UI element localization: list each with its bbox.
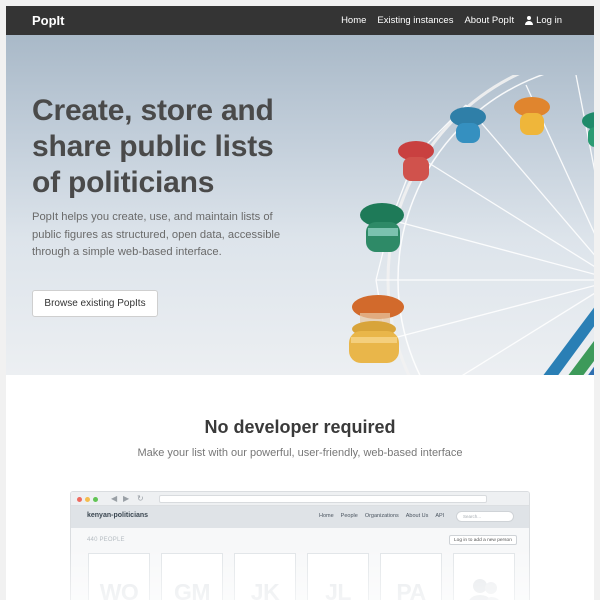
gondola-orange bbox=[352, 295, 404, 323]
browser-toolbar: ◀ ▶ ↻ bbox=[71, 492, 529, 506]
person-card: WO bbox=[88, 553, 150, 600]
mockup-people-count: 440 PEOPLE bbox=[87, 537, 125, 543]
gondola-yellow-top bbox=[514, 97, 550, 135]
user-icon bbox=[525, 16, 534, 25]
address-bar bbox=[159, 495, 487, 503]
gondola-blue bbox=[450, 107, 486, 143]
mockup-person-cards: WO GM JK JL PA bbox=[88, 553, 515, 600]
forward-arrow-icon: ▶ bbox=[123, 494, 130, 503]
person-card: JL bbox=[307, 553, 369, 600]
person-card: JK bbox=[234, 553, 296, 600]
mockup-nav-people: People bbox=[340, 513, 358, 519]
mockup-site-title: kenyan-politicians bbox=[87, 512, 149, 519]
person-initials: WO bbox=[99, 579, 139, 600]
reload-icon: ↻ bbox=[137, 494, 144, 503]
gondola-green bbox=[360, 203, 404, 252]
window-maximize-dot bbox=[93, 497, 98, 502]
mockup-nav-about: About Us bbox=[405, 513, 429, 519]
person-card: PA bbox=[380, 553, 442, 600]
nav-link-about[interactable]: About PopIt bbox=[464, 15, 514, 26]
brand-logo[interactable]: PopIt bbox=[32, 13, 65, 28]
hero-title: Create, store and share public lists of … bbox=[32, 94, 274, 199]
hero-lead: PopIt helps you create, use, and maintai… bbox=[32, 211, 281, 258]
mockup-nav-organizations: Organizations bbox=[364, 513, 399, 519]
nav-link-home[interactable]: Home bbox=[341, 15, 366, 26]
person-initials: GM bbox=[173, 579, 211, 600]
person-card: GM bbox=[161, 553, 223, 600]
mockup-nav-api: API bbox=[435, 513, 445, 519]
window-close-dot bbox=[77, 497, 82, 502]
nav-links: Home Existing instances About PopIt Log … bbox=[341, 15, 562, 26]
nav-link-login[interactable]: Log in bbox=[525, 15, 562, 26]
mockup-search-input: Search... bbox=[456, 511, 514, 522]
person-initials: PA bbox=[396, 579, 426, 600]
gondola-red bbox=[398, 141, 434, 181]
login-label: Log in bbox=[536, 15, 562, 26]
mockup-nav-home: Home bbox=[319, 513, 334, 519]
section-heading: No developer required bbox=[204, 417, 396, 437]
browse-popits-button[interactable]: Browse existing PopIts bbox=[32, 290, 158, 317]
top-navbar: PopIt Home Existing instances About PopI… bbox=[6, 6, 594, 35]
features-section: No developer required Make your list wit… bbox=[6, 375, 594, 600]
page-frame: PopIt Home Existing instances About PopI… bbox=[6, 6, 594, 600]
window-minimize-dot bbox=[85, 497, 90, 502]
mockup-nav-links: Home People Organizations About Us API bbox=[319, 513, 444, 519]
person-silhouette-icon bbox=[469, 579, 499, 600]
gondola-green-right bbox=[582, 112, 594, 147]
mockup-add-person-button: Log in to add a new person bbox=[449, 535, 517, 545]
ferris-wheel-image bbox=[349, 75, 594, 375]
person-initials: JK bbox=[250, 579, 280, 600]
gondola-yellow bbox=[349, 321, 399, 363]
back-arrow-icon: ◀ bbox=[111, 494, 118, 503]
section-subtitle: Make your list with our powerful, user-f… bbox=[137, 447, 463, 459]
mockup-navbar: kenyan-politicians Home People Organizat… bbox=[71, 506, 529, 528]
person-card bbox=[453, 553, 515, 600]
person-initials: JL bbox=[325, 579, 351, 600]
browser-mockup: ◀ ▶ ↻ kenyan-politicians Home People Org… bbox=[70, 491, 530, 600]
hero-section: Create, store and share public lists of … bbox=[6, 35, 594, 375]
nav-link-existing-instances[interactable]: Existing instances bbox=[377, 15, 453, 26]
